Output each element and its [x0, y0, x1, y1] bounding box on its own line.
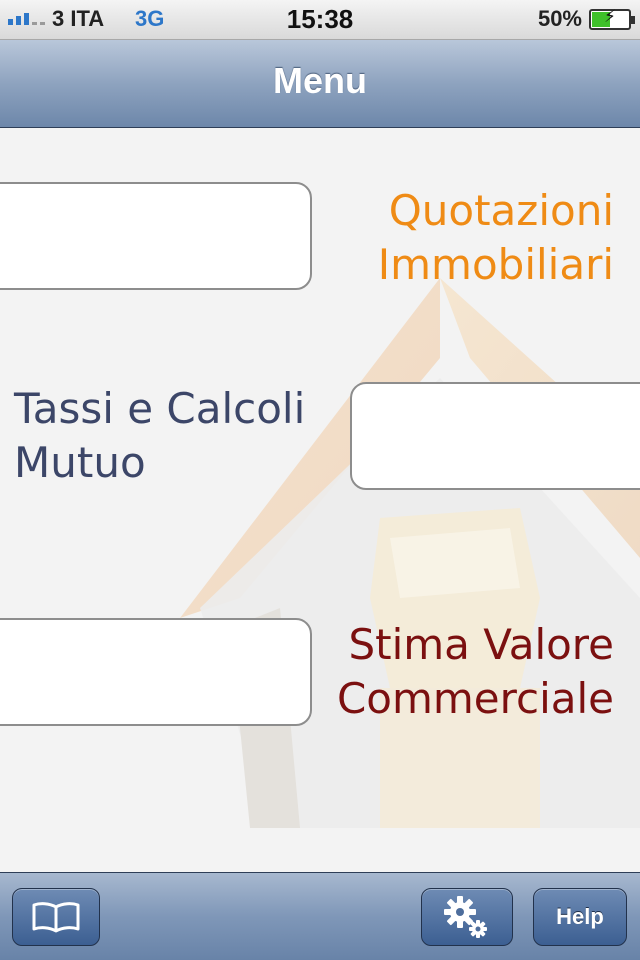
battery-icon: ⚡	[589, 7, 635, 30]
gear-icon	[444, 896, 487, 938]
book-button[interactable]	[12, 888, 100, 946]
tassi-button[interactable]	[350, 382, 640, 490]
navigation-bar: Menu	[0, 40, 640, 128]
menu-item-quotazioni-immobiliari[interactable]: Quotazioni Immobiliari	[378, 184, 614, 292]
charging-bolt-icon: ⚡	[604, 7, 616, 27]
help-button[interactable]: Help	[533, 888, 627, 946]
tassi-label-line2: Mutuo	[14, 438, 146, 487]
stima-button[interactable]	[0, 618, 312, 726]
stima-label-line1: Stima Valore	[348, 620, 614, 669]
settings-button[interactable]	[421, 888, 513, 946]
help-button-label: Help	[556, 904, 604, 929]
quotazioni-button[interactable]	[0, 182, 312, 290]
menu-content: Quotazioni Immobiliari Tassi e Calcoli M…	[0, 128, 640, 872]
tassi-label-line1: Tassi e Calcoli	[14, 384, 306, 433]
menu-item-tassi-calcoli-mutuo[interactable]: Tassi e Calcoli Mutuo	[14, 382, 305, 490]
menu-item-stima-valore-commerciale[interactable]: Stima Valore Commerciale	[337, 618, 614, 726]
battery-percent: 50%	[537, 6, 582, 31]
bottom-toolbar: Help	[0, 872, 640, 960]
status-bar: 3 ITA 3G 15:38 50% ⚡	[0, 0, 640, 40]
book-icon	[32, 902, 80, 933]
quotazioni-label-line1: Quotazioni	[388, 186, 614, 235]
stima-label-line2: Commerciale	[336, 674, 614, 723]
page-title: Menu	[273, 60, 367, 101]
quotazioni-label-line2: Immobiliari	[377, 240, 614, 289]
